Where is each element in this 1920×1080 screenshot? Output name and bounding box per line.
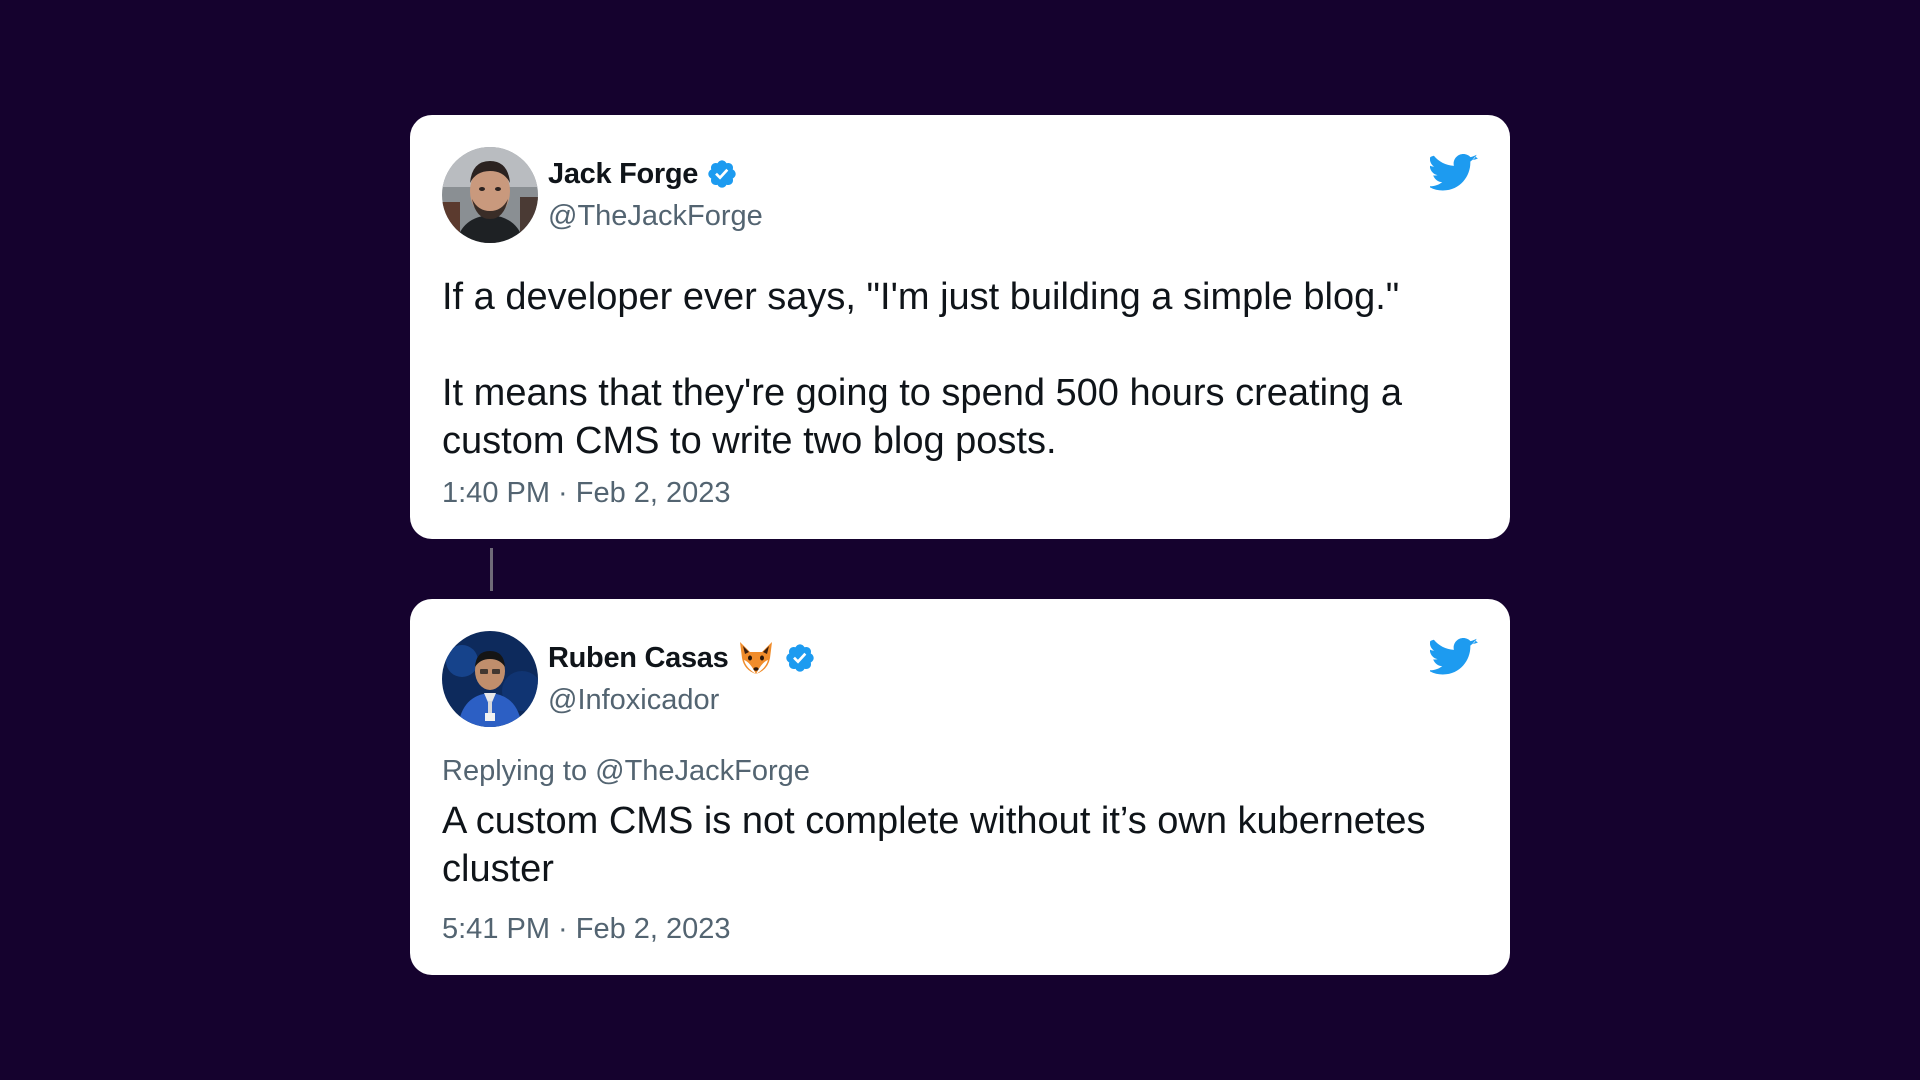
name-row: Ruben Casas <box>548 637 816 679</box>
tweet-card-original[interactable]: Jack Forge @TheJackForge If a developer … <box>410 115 1510 539</box>
fox-face-icon <box>736 640 776 676</box>
tweet-timestamp[interactable]: 1:40 PM · Feb 2, 2023 <box>442 477 731 510</box>
author-name[interactable]: Jack Forge <box>548 158 698 191</box>
twitter-bird-icon[interactable] <box>1427 153 1478 193</box>
verified-badge-icon <box>706 158 738 190</box>
name-row: Jack Forge <box>548 153 763 195</box>
author-block: Jack Forge @TheJackForge <box>548 147 763 243</box>
author-handle[interactable]: @Infoxicador <box>548 679 816 721</box>
tweet-text: If a developer ever says, "I'm just buil… <box>442 276 1402 462</box>
author-name[interactable]: Ruben Casas <box>548 642 729 675</box>
tweet-header: Jack Forge @TheJackForge <box>442 147 1478 243</box>
thread-connector-line <box>490 548 493 591</box>
replying-to-label[interactable]: Replying to @TheJackForge <box>442 753 1478 789</box>
author-handle[interactable]: @TheJackForge <box>548 195 763 237</box>
tweet-text: A custom CMS is not complete without it’… <box>442 800 1437 890</box>
avatar[interactable] <box>442 147 538 243</box>
tweet-timestamp[interactable]: 5:41 PM · Feb 2, 2023 <box>442 913 731 946</box>
verified-badge-icon <box>784 642 816 674</box>
avatar[interactable] <box>442 631 538 727</box>
tweet-header: Ruben Casas @Infoxicador <box>442 631 1478 727</box>
tweet-card-reply[interactable]: Ruben Casas @Infoxicador Replying to @Th… <box>410 599 1510 975</box>
twitter-bird-icon[interactable] <box>1427 637 1478 677</box>
author-block: Ruben Casas @Infoxicador <box>548 631 816 727</box>
